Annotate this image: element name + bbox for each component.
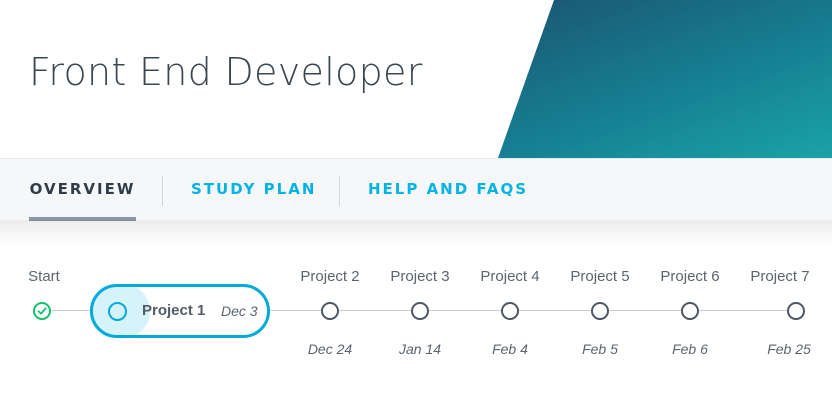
- project-timeline: Start Project 1 Dec 3 Project 2 Dec 24 P…: [0, 250, 832, 400]
- tab-divider: [162, 176, 163, 206]
- milestone-date: Feb 25: [767, 341, 811, 357]
- milestone-date: Jan 14: [398, 341, 442, 357]
- milestone-node-icon[interactable]: [681, 302, 699, 320]
- tab-help-and-faqs[interactable]: HELP AND FAQS: [368, 159, 528, 220]
- milestone-date: Dec 24: [307, 341, 353, 357]
- timeline-connector: [270, 310, 321, 311]
- page-header: Front End Developer: [0, 0, 832, 158]
- milestone-date: Feb 5: [582, 341, 618, 357]
- milestone-label: Project 7: [750, 268, 810, 285]
- tab-divider: [339, 176, 340, 206]
- tab-bar-shadow: [0, 220, 832, 246]
- current-project-name: Project 1: [142, 302, 206, 319]
- milestone-node-icon[interactable]: [501, 302, 519, 320]
- milestone-label: Project 4: [480, 268, 540, 285]
- milestone-label: Project 5: [570, 268, 630, 285]
- tab-overview[interactable]: OVERVIEW: [29, 159, 136, 221]
- timeline-connector: [519, 310, 591, 311]
- milestone-start-label: Start: [28, 268, 60, 285]
- header-banner: [498, 0, 832, 158]
- milestone-date: Feb 4: [492, 341, 528, 357]
- milestone-node-icon[interactable]: [411, 302, 429, 320]
- timeline-connector: [609, 310, 681, 311]
- tab-bar: OVERVIEW STUDY PLAN HELP AND FAQS: [0, 158, 832, 221]
- page-title: Front End Developer: [29, 50, 423, 94]
- milestone-label: Project 6: [660, 268, 720, 285]
- tab-study-plan-label: STUDY PLAN: [191, 180, 317, 198]
- milestone-label: Project 3: [390, 268, 450, 285]
- milestone-node-icon[interactable]: [787, 302, 805, 320]
- timeline-connector: [52, 310, 90, 311]
- milestone-label: Project 2: [300, 268, 360, 285]
- tab-overview-label: OVERVIEW: [29, 180, 136, 198]
- current-milestone-node-icon: [108, 302, 127, 321]
- milestone-node-icon[interactable]: [591, 302, 609, 320]
- checkmark-circle-icon[interactable]: [33, 302, 51, 320]
- timeline-connector: [429, 310, 501, 311]
- milestone-node-icon[interactable]: [321, 302, 339, 320]
- timeline-connector: [339, 310, 411, 311]
- milestone-date: Feb 6: [672, 341, 708, 357]
- timeline-connector: [699, 310, 787, 311]
- current-project-date: Dec 3: [221, 303, 258, 319]
- tab-help-label: HELP AND FAQS: [368, 180, 529, 198]
- tab-study-plan[interactable]: STUDY PLAN: [191, 159, 316, 220]
